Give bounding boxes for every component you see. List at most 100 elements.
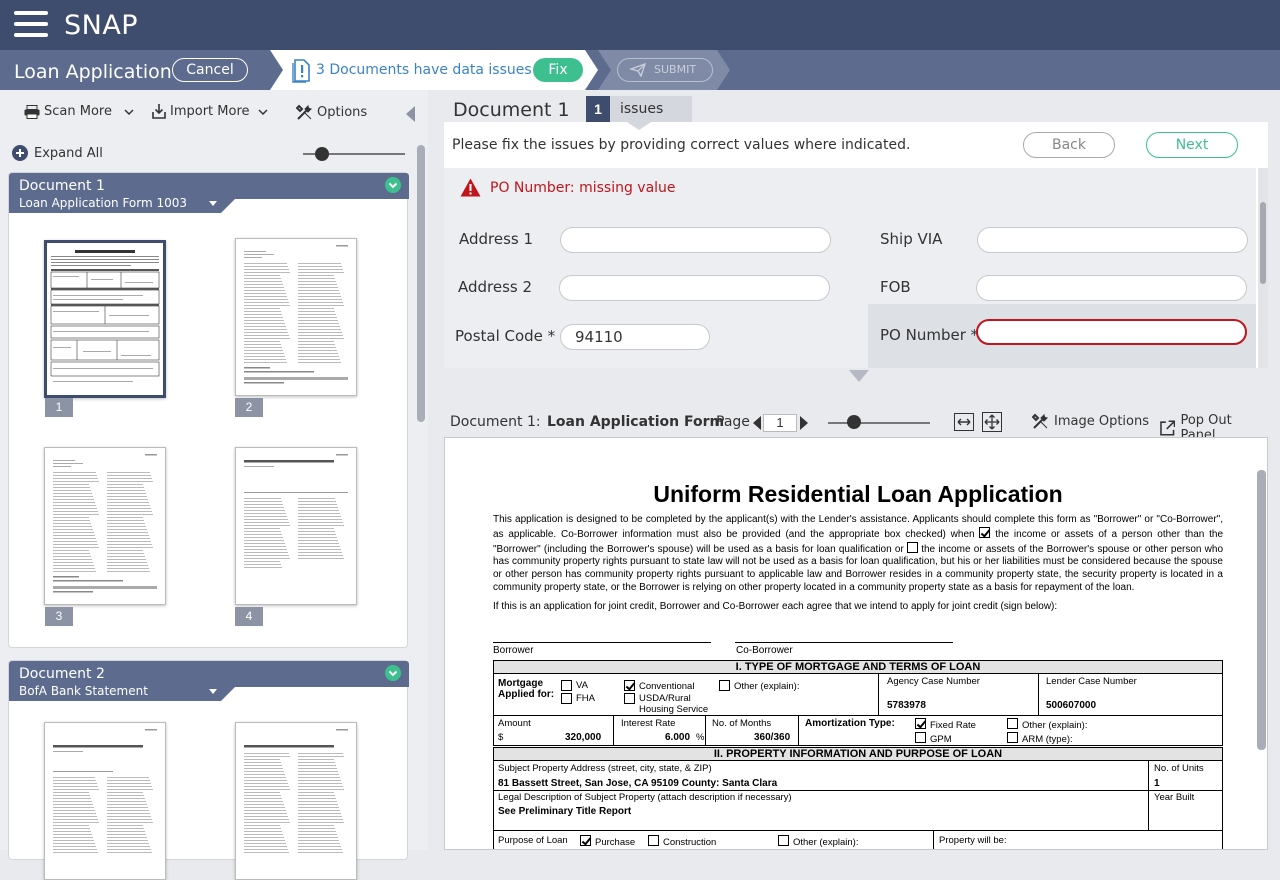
page-thumbnail[interactable] xyxy=(44,722,166,880)
printer-icon xyxy=(24,104,40,119)
conventional-checkbox xyxy=(624,680,635,691)
left-panel-scrollbar[interactable] xyxy=(417,145,425,422)
purpose-label: Purpose of Loan xyxy=(498,835,568,846)
other-amort-checkbox xyxy=(1007,718,1018,729)
document-type: BofA Bank Statement xyxy=(19,684,148,698)
app-logo: SNAP xyxy=(64,10,139,41)
issues-tab-pointer xyxy=(627,122,651,130)
other-purpose-label: Other (explain): xyxy=(793,837,859,848)
coborrower-label: Co-Borrower xyxy=(736,645,793,656)
months-value: 360/360 xyxy=(754,732,791,743)
address2-input[interactable] xyxy=(559,275,830,301)
fit-page-icon[interactable] xyxy=(982,412,1002,432)
previous-page-icon[interactable] xyxy=(753,416,761,430)
amortization-label: Amortization Type: xyxy=(805,718,895,729)
fixed-rate-checkbox xyxy=(915,718,926,729)
viewer-zoom-slider[interactable] xyxy=(828,422,930,424)
next-page-icon[interactable] xyxy=(800,416,808,430)
borrower-signature-line xyxy=(493,642,711,643)
postal-code-input[interactable]: 94110 xyxy=(560,324,710,350)
check-circle-icon xyxy=(385,665,401,681)
warning-triangle-icon xyxy=(460,178,481,197)
viewer-zoom-handle[interactable] xyxy=(847,415,861,429)
hamburger-menu-icon[interactable] xyxy=(14,11,48,37)
back-button[interactable]: Back xyxy=(1023,132,1115,158)
issues-link[interactable]: 3 Documents have data issues xyxy=(316,62,532,78)
usda-checkbox xyxy=(624,693,635,704)
months-label: No. of Months xyxy=(712,718,772,729)
text-page-thumbnail-image xyxy=(244,245,348,384)
percent-sign: % xyxy=(696,732,705,743)
import-icon xyxy=(152,104,166,119)
divider xyxy=(705,716,706,746)
purchase-label: Purchase xyxy=(595,837,636,848)
fit-width-icon[interactable] xyxy=(954,413,974,431)
external-link-icon xyxy=(1160,420,1176,436)
coborrower-checkbox-1 xyxy=(979,526,991,538)
document-card-header[interactable]: Document 1 Loan Application Form 1003 xyxy=(9,173,409,213)
amount-value: 320,000 xyxy=(565,732,602,743)
divider xyxy=(878,674,879,716)
tools-icon xyxy=(1032,413,1049,429)
document-type-dropdown-icon[interactable] xyxy=(209,201,217,206)
form-fields-area: PO Number: missing value Address 1 Addre… xyxy=(444,168,1256,368)
collapse-form-icon[interactable] xyxy=(849,370,869,382)
page-number: 3 xyxy=(45,607,73,626)
va-checkbox xyxy=(561,680,572,691)
expand-all-button[interactable]: Expand All xyxy=(12,145,103,161)
document-type-dropdown-icon[interactable] xyxy=(209,689,217,694)
year-built-label: Year Built xyxy=(1154,792,1195,803)
page-number: 1 xyxy=(45,398,73,417)
address1-input[interactable] xyxy=(560,227,831,253)
lender-case-label: Lender Case Number xyxy=(1046,676,1137,687)
document-header: Document 1 1 issues xyxy=(444,90,1268,122)
page-thumbnail[interactable] xyxy=(44,447,166,605)
image-options-label: Image Options xyxy=(1054,414,1150,429)
fob-input[interactable] xyxy=(976,275,1247,301)
image-options-button[interactable]: Image Options xyxy=(1032,413,1149,430)
workflow-bar: Loan Application Cancel 3 Documents have… xyxy=(0,50,1280,90)
collapse-panel-icon[interactable] xyxy=(406,106,415,122)
next-button[interactable]: Next xyxy=(1146,132,1238,158)
viewer-scrollbar[interactable] xyxy=(1257,470,1266,750)
page-label: Page xyxy=(716,414,750,430)
cancel-button[interactable]: Cancel xyxy=(172,58,248,82)
scan-more-button[interactable]: Scan More xyxy=(24,104,136,119)
document-card-header[interactable]: Document 2 BofA Bank Statement xyxy=(9,661,409,701)
paper-plane-icon xyxy=(630,63,646,77)
plus-circle-icon xyxy=(12,145,28,161)
va-label: VA xyxy=(576,680,588,691)
po-number-label: PO Number * xyxy=(880,326,979,344)
import-more-button[interactable]: Import More xyxy=(152,104,270,119)
po-number-input[interactable] xyxy=(976,319,1247,345)
gpm-label: GPM xyxy=(930,734,952,745)
fix-issues-form: Please fix the issues by providing corre… xyxy=(444,122,1268,368)
issues-tab[interactable]: 1 issues xyxy=(586,96,692,122)
submit-label: SUBMIT xyxy=(654,63,697,76)
ship-via-input[interactable] xyxy=(977,227,1248,253)
page-thumbnail[interactable] xyxy=(235,447,357,605)
page-number-input[interactable]: 1 xyxy=(763,414,797,432)
left-toolbar: Scan More Import More Options xyxy=(0,90,428,136)
coborrower-checkbox-2 xyxy=(907,541,918,553)
page-thumbnail[interactable] xyxy=(44,240,166,398)
document-image-viewer[interactable]: Uniform Residential Loan Application Thi… xyxy=(444,437,1268,850)
page-thumbnail[interactable] xyxy=(235,722,357,880)
fob-label: FOB xyxy=(880,278,911,296)
check-circle-icon xyxy=(385,177,401,193)
viewer-doc-label: Document 1: xyxy=(450,414,541,430)
form-scrollbar-thumb[interactable] xyxy=(1260,202,1266,284)
divider xyxy=(1038,674,1039,716)
address2-label: Address 2 xyxy=(458,278,533,296)
fha-checkbox xyxy=(561,693,572,704)
fix-button[interactable]: Fix xyxy=(533,58,583,82)
document-list-panel: Scan More Import More Options Expand All… xyxy=(0,90,428,880)
submit-button[interactable]: SUBMIT xyxy=(617,58,713,82)
page-thumbnail[interactable] xyxy=(235,238,357,396)
options-button[interactable]: Options xyxy=(296,104,367,121)
construction-checkbox xyxy=(648,835,659,846)
interest-rate-label: Interest Rate xyxy=(621,718,676,729)
thumbnail-zoom-handle[interactable] xyxy=(315,147,329,161)
gpm-checkbox xyxy=(915,732,926,743)
form-scrollbar[interactable] xyxy=(1258,168,1268,368)
